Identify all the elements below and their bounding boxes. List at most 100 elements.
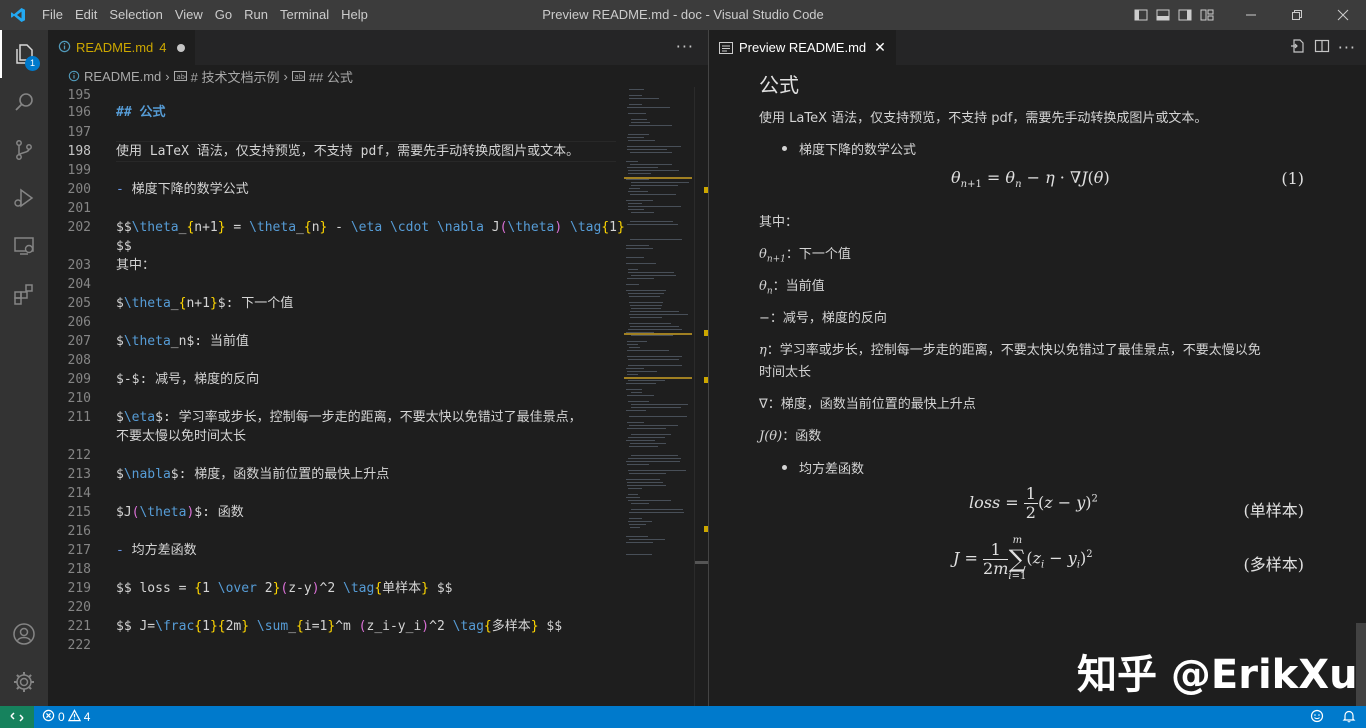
code-line[interactable]: 208 [48, 351, 618, 370]
toggle-secondary-sidebar-icon[interactable] [1174, 0, 1196, 30]
minimap-line [629, 296, 660, 297]
editor-scrollbar[interactable] [694, 87, 709, 706]
line-number: 220 [67, 600, 91, 615]
code-line[interactable]: 212 [48, 446, 618, 465]
menu-go[interactable]: Go [209, 0, 238, 30]
extensions-icon[interactable] [0, 270, 48, 318]
minimap-line [626, 554, 652, 555]
tab-preview-readme[interactable]: Preview README.md ✕ [709, 30, 896, 65]
line-text: 使用 LaTeX 语法，仅支持预览，不支持 pdf，需要先手动转换成图片或文本。 [116, 144, 580, 159]
minimap-line [627, 278, 654, 279]
menu-terminal[interactable]: Terminal [274, 0, 335, 30]
menu-file[interactable]: File [36, 0, 69, 30]
open-source-icon[interactable] [1290, 38, 1306, 58]
line-text: ## 公式 [116, 105, 166, 120]
more-actions-icon[interactable]: ··· [1338, 38, 1356, 57]
minimap[interactable] [624, 87, 694, 647]
customize-layout-icon[interactable] [1196, 0, 1218, 30]
code-line[interactable]: 213 $\nabla$: 梯度，函数当前位置的最快上升点 [48, 465, 618, 484]
toggle-panel-icon[interactable] [1152, 0, 1174, 30]
accounts-icon[interactable] [0, 610, 48, 658]
menu-view[interactable]: View [169, 0, 209, 30]
line-text: - 均方差函数 [116, 543, 197, 558]
code-line[interactable]: 207 $\theta_n$: 当前值 [48, 332, 618, 351]
code-line[interactable]: 210 [48, 389, 618, 408]
preview-where: 其中： [759, 215, 799, 230]
line-text: $\theta_{n+1}$: 下一个值 [116, 296, 294, 311]
def-j-theta: J(θ)：函数 [759, 429, 822, 444]
minimap-line [630, 443, 666, 444]
code-line[interactable]: 200 - 梯度下降的数学公式 [48, 180, 618, 199]
line-text: $$ [116, 239, 132, 254]
scrollbar-thumb[interactable] [695, 561, 709, 564]
breadcrumb-file[interactable]: README.md [84, 69, 161, 84]
code-editor[interactable]: 195 196 ## 公式 197 198 使用 LaTeX 语法，仅支持预览，不支持 p… [48, 87, 708, 706]
close-window-icon[interactable] [1320, 0, 1366, 30]
code-line[interactable]: 222 [48, 636, 618, 655]
code-line[interactable]: 199 [48, 161, 618, 180]
def-nabla: ∇：梯度，函数当前位置的最快上升点 [759, 397, 976, 412]
code-line[interactable]: 206 [48, 313, 618, 332]
minimize-icon[interactable] [1228, 0, 1274, 30]
feedback-icon[interactable] [1310, 709, 1324, 726]
split-editor-icon[interactable] [1314, 38, 1330, 58]
code-line[interactable]: 221 $$ J=\frac{1}{2m} \sum_{i=1}^m (z_i-y… [48, 617, 618, 636]
menu-run[interactable]: Run [238, 0, 274, 30]
code-line[interactable]: 218 [48, 560, 618, 579]
remote-icon[interactable] [0, 706, 34, 728]
run-debug-icon[interactable] [0, 174, 48, 222]
close-icon[interactable]: ✕ [874, 39, 886, 56]
code-line[interactable]: 203 其中： [48, 256, 618, 275]
menu-selection[interactable]: Selection [103, 0, 168, 30]
toggle-sidebar-icon[interactable] [1130, 0, 1152, 30]
code-line[interactable]: 204 [48, 275, 618, 294]
code-line[interactable]: 211 $\eta$: 学习率或步长，控制每一步走的距离，不要太快以免错过了最佳景… [48, 408, 618, 427]
manage-gear-icon[interactable] [0, 658, 48, 706]
code-line[interactable]: 209 $-$: 减号，梯度的反向 [48, 370, 618, 389]
code-line[interactable]: 202 $$\theta_{n+1} = \theta_{n} - \eta \c… [48, 218, 625, 237]
line-number: 197 [67, 125, 91, 140]
menu-help[interactable]: Help [335, 0, 374, 30]
vscode-logo-icon [0, 0, 36, 30]
editor-group-source: README.md 4 ··· README.md › abc # 技术文档示例… [48, 30, 709, 706]
code-line[interactable]: 216 [48, 522, 618, 541]
minimap-line [631, 509, 683, 510]
code-line[interactable]: 205 $\theta_{n+1}$: 下一个值 [48, 294, 618, 313]
breadcrumb-h1[interactable]: # 技术文档示例 [191, 67, 280, 86]
source-control-icon[interactable] [0, 126, 48, 174]
editor-tabs: README.md 4 ··· [48, 30, 708, 65]
remote-explorer-icon[interactable] [0, 222, 48, 270]
code-line[interactable]: 197 [48, 123, 618, 142]
restore-icon[interactable] [1274, 0, 1320, 30]
unsaved-dot-icon[interactable] [176, 43, 185, 52]
minimap-line [626, 263, 656, 264]
bullet-icon [782, 465, 787, 470]
search-icon[interactable] [0, 78, 48, 126]
line-number: 206 [67, 315, 91, 330]
equation-gradient-descent: θn+1 = θn − η · ∇J(θ) [951, 168, 1110, 191]
minimap-line [630, 221, 673, 222]
breadcrumb-h2[interactable]: ## 公式 [309, 67, 353, 86]
code-line[interactable]: 220 [48, 598, 618, 617]
code-line[interactable]: 215 $J(\theta)$: 函数 [48, 503, 618, 522]
code-line[interactable]: 219 $$ loss = {1 \over 2}(z-y)^2 \tag{单样本… [48, 579, 618, 598]
explorer-icon[interactable]: 1 [0, 30, 48, 78]
code-line[interactable]: 不要太慢以免时间太长 [48, 427, 618, 446]
code-line[interactable]: $$ [48, 237, 618, 256]
minimap-line [628, 500, 671, 501]
code-line[interactable]: 196 ## 公式 [48, 103, 618, 122]
notifications-bell-icon[interactable] [1342, 709, 1356, 726]
tab-readme-md[interactable]: README.md 4 [48, 30, 195, 65]
code-line[interactable]: 198 使用 LaTeX 语法，仅支持预览，不支持 pdf，需要先手动转换成图片或… [48, 141, 618, 162]
code-line[interactable]: 201 [48, 199, 618, 218]
minimap-line [630, 194, 676, 195]
code-line[interactable]: 214 [48, 484, 618, 503]
menu-edit[interactable]: Edit [69, 0, 103, 30]
minimap-line [630, 152, 672, 153]
line-number: 198 [67, 144, 91, 159]
code-line[interactable]: 217 - 均方差函数 [48, 541, 618, 560]
minimap-line [626, 542, 653, 543]
more-actions-icon[interactable]: ··· [676, 30, 694, 65]
problems-indicator[interactable]: 0 4 [34, 709, 90, 725]
minimap-line [631, 335, 673, 336]
